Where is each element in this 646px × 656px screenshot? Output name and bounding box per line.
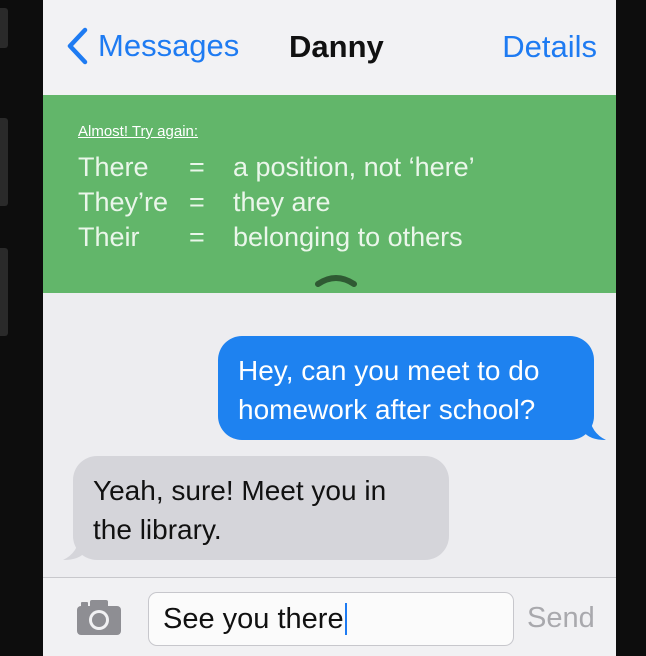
hint-word: There [78, 152, 149, 182]
phone-volume-button [0, 248, 8, 336]
collapse-handle-icon[interactable] [315, 273, 357, 287]
hint-definition: a position, not ‘here’ [233, 152, 475, 182]
phone-volume-button [0, 118, 8, 206]
phone-side-button [0, 8, 8, 48]
message-list: Hey, can you meet to do homework after s… [43, 293, 616, 577]
hint-equals: = [189, 187, 205, 217]
hint-definition: they are [233, 187, 331, 217]
text-cursor [344, 603, 347, 635]
hint-definition: belonging to others [233, 222, 463, 252]
details-button[interactable]: Details [502, 29, 597, 65]
incoming-message-bubble: Yeah, sure! Meet you in the library. [73, 456, 449, 560]
message-composer: See you there Send [43, 577, 616, 656]
message-input[interactable]: See you there [148, 592, 514, 646]
back-button-label: Messages [98, 28, 240, 63]
chevron-left-icon [67, 27, 88, 65]
messages-screen: Messages Danny Details Almost! Try again… [43, 0, 616, 656]
outgoing-bubble-tail [583, 415, 606, 440]
hint-equals: = [189, 222, 205, 252]
hint-word: They’re [78, 187, 169, 217]
grammar-hint-panel: Almost! Try again: There = a position, n… [43, 95, 616, 293]
message-input-text: See you there [163, 602, 344, 635]
hint-equals: = [189, 152, 205, 182]
hint-word: Their [78, 222, 140, 252]
incoming-bubble-tail [63, 535, 86, 560]
back-button[interactable]: Messages [66, 24, 239, 68]
send-button[interactable]: Send [527, 602, 595, 635]
navigation-bar: Messages Danny Details [43, 0, 616, 95]
conversation-title: Danny [289, 29, 384, 64]
camera-icon[interactable] [75, 597, 123, 637]
outgoing-message-bubble: Hey, can you meet to do homework after s… [218, 336, 594, 440]
hint-heading: Almost! Try again: [78, 123, 199, 140]
